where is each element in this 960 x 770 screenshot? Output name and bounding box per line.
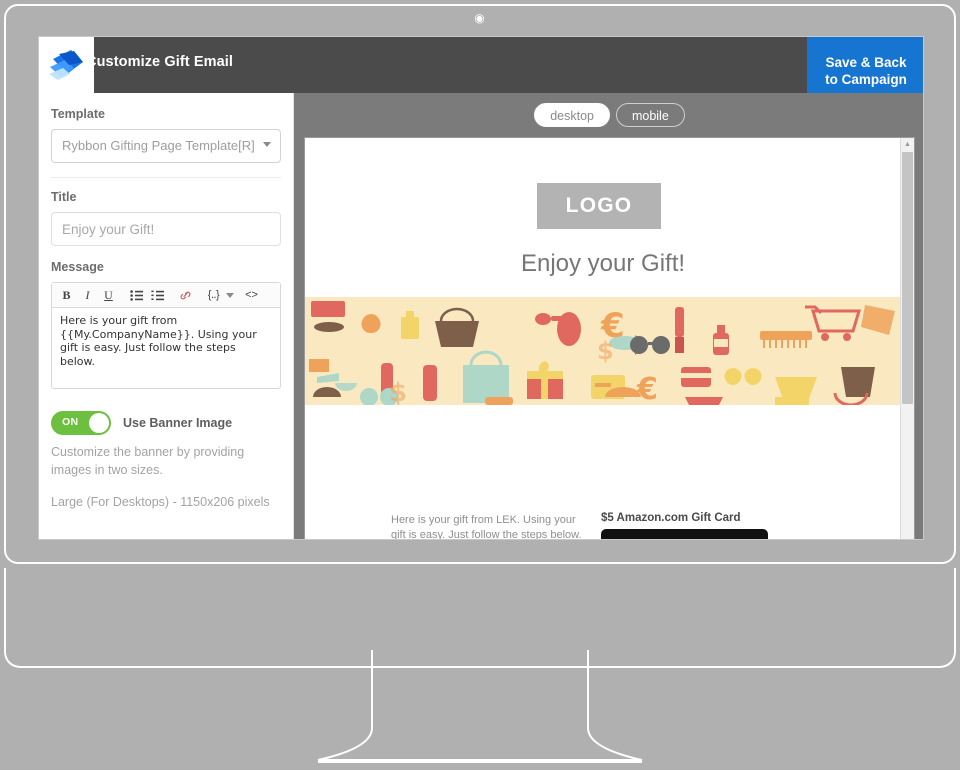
template-select-wrap: Rybbon Gifting Page Template[R]: [51, 129, 281, 163]
bullet-list-glyph: [130, 289, 143, 301]
editor-toolbar: B I U {..} <>: [52, 283, 280, 308]
preview-scrollbar-thumb[interactable]: [902, 152, 913, 404]
link-glyph: [180, 291, 191, 299]
settings-sidebar: Template Rybbon Gifting Page Template[R]…: [39, 93, 294, 539]
numbered-list-icon[interactable]: [147, 285, 168, 306]
message-textarea[interactable]: Here is your gift from {{My.CompanyName}…: [52, 308, 280, 388]
preview-panel: desktop mobile LOGO Enjoy your Gift! € €…: [294, 93, 923, 540]
rybbon-logo-icon: [48, 50, 83, 80]
template-select[interactable]: Rybbon Gifting Page Template[R]: [51, 129, 281, 163]
preview-scrollbar[interactable]: ▲: [900, 138, 914, 539]
banner-help-text: Customize the banner by providing images…: [51, 445, 245, 477]
save-button-line2: to Campaign: [825, 71, 907, 87]
preview-logo-placeholder: LOGO: [537, 183, 661, 229]
save-and-back-button[interactable]: Save & Back to Campaign: [807, 37, 923, 93]
email-preview-frame: LOGO Enjoy your Gift! € € $ $ Here is yo…: [304, 137, 915, 540]
use-banner-image-toggle[interactable]: ON: [51, 411, 111, 435]
title-label: Title: [51, 190, 77, 204]
link-icon[interactable]: [175, 285, 196, 306]
merge-tag-chevron-down-icon: [226, 292, 234, 298]
numbered-list-glyph: [151, 290, 164, 300]
device-preview-tabs: desktop mobile: [294, 103, 923, 127]
underline-icon[interactable]: U: [98, 285, 119, 306]
application-window: Customize Gift Email Save & Back to Camp…: [38, 36, 924, 540]
preview-gift-card-image: [601, 529, 768, 539]
preview-gift-card-title: $5 Amazon.com Gift Card: [601, 512, 741, 524]
divider-1: [51, 177, 281, 178]
banner-image: € € $ $: [305, 297, 901, 405]
monitor-illustration: ◉ Customize Gift Email Save & Back to Ca…: [0, 0, 960, 770]
preview-headline: Enjoy your Gift!: [520, 250, 686, 277]
tab-desktop[interactable]: desktop: [534, 103, 610, 127]
toggle-state-label: ON: [62, 416, 79, 428]
svg-text:€: €: [636, 372, 658, 405]
preview-body-text: Here is your gift from LEK. Using your g…: [391, 514, 582, 540]
banner-toggle-row: ON Use Banner Image: [51, 411, 281, 435]
bold-icon[interactable]: B: [56, 285, 77, 306]
tab-mobile[interactable]: mobile: [615, 103, 685, 127]
template-label: Template: [51, 107, 105, 121]
source-code-icon[interactable]: <>: [241, 285, 262, 306]
camera-icon: ◉: [474, 11, 485, 25]
title-input[interactable]: [51, 212, 281, 246]
bullet-list-icon[interactable]: [126, 285, 147, 306]
svg-text:$: $: [389, 378, 407, 405]
toggle-knob: [89, 413, 109, 433]
use-banner-image-label: Use Banner Image: [123, 416, 233, 430]
merge-tag-icon[interactable]: {..}: [203, 285, 224, 306]
svg-text:$: $: [597, 337, 614, 365]
app-topbar: Customize Gift Email Save & Back to Camp…: [39, 37, 923, 93]
page-title: Customize Gift Email: [86, 54, 234, 70]
scroll-up-arrow-icon[interactable]: ▲: [901, 140, 914, 150]
banner-size-note: Large (For Desktops) - 1150x206 pixels: [51, 495, 270, 509]
monitor-stand: [317, 650, 643, 763]
italic-icon[interactable]: I: [77, 285, 98, 306]
email-preview-content: LOGO Enjoy your Gift! € € $ $ Here is yo…: [305, 138, 901, 540]
message-editor: B I U {..} <> Here is your gift from {{M…: [51, 282, 281, 389]
save-button-line1: Save & Back: [825, 54, 907, 70]
shopping-pattern-graphic: € € $ $: [305, 297, 901, 405]
message-label: Message: [51, 260, 104, 274]
